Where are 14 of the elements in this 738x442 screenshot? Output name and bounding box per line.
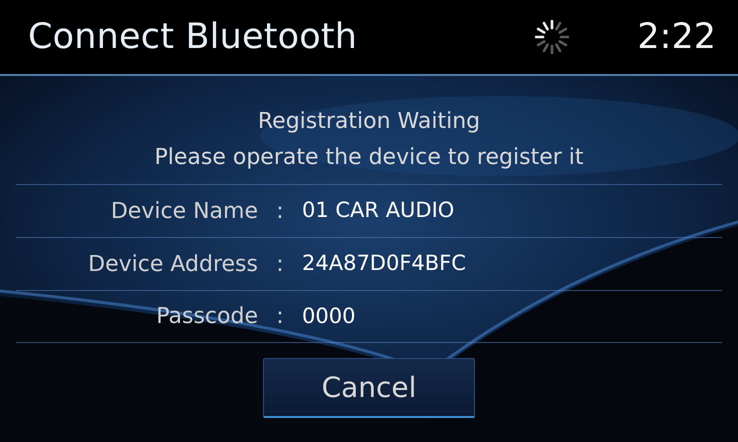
message-text: Registration Waiting (256, 108, 482, 136)
field-value: 0000 (302, 302, 356, 330)
screen-title: Connect Bluetooth (28, 16, 358, 59)
field-value: 01 CAR AUDIO (302, 197, 454, 224)
separator-colon: : (275, 303, 285, 331)
field-label: Passcode (155, 303, 258, 331)
field-label: Device Address (87, 250, 258, 278)
cancel-button[interactable]: Cancel (263, 358, 475, 418)
separator-colon: : (275, 250, 285, 278)
field-label: Device Name (110, 198, 258, 226)
field-value: 24A87D0F4BFC (302, 250, 466, 278)
clock-time: 2:22 (637, 16, 716, 59)
separator-colon: : (275, 198, 285, 226)
message-text: Please operate the device to register it (153, 144, 585, 172)
